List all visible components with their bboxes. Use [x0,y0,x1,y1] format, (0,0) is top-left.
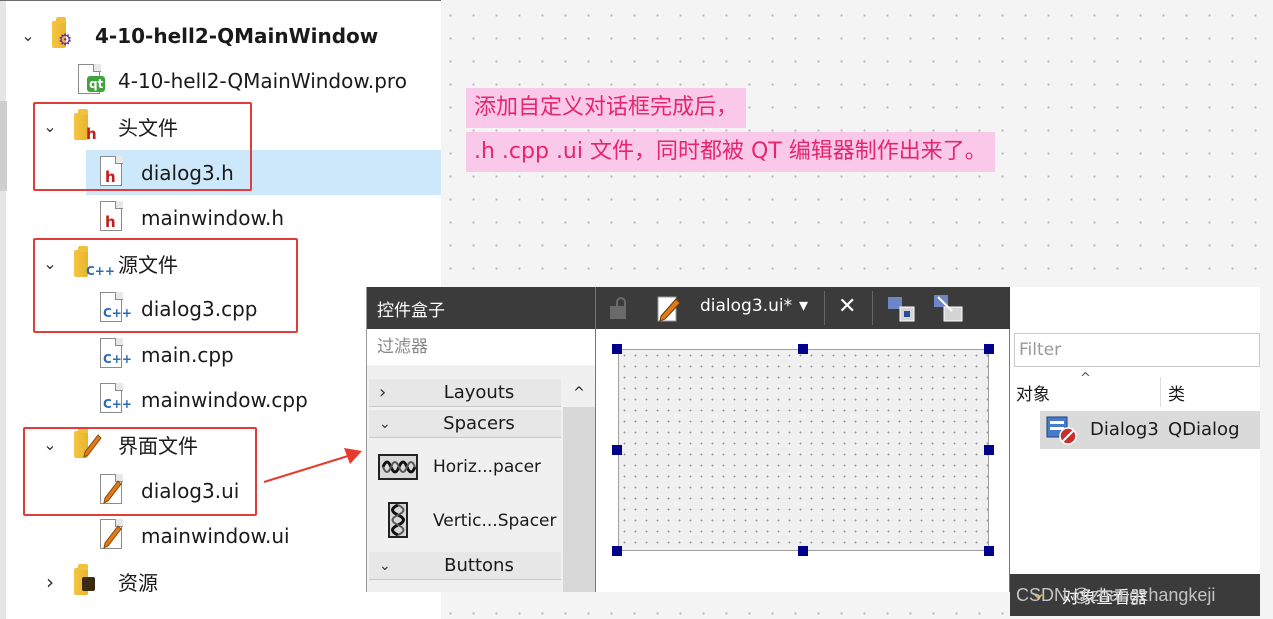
chevron-down-icon[interactable]: ⌄ [18,26,38,46]
object-inspector-panel: ⌄ 对象查看器 Filter ^ 对象 类 Dialog3 QDialog [1010,287,1260,616]
widget-box-panel: 控件盒子 过滤器 › Layouts ⌄ Spacers Horiz...pac… [366,287,595,592]
widget-box-scrollbar[interactable]: ^ [563,379,595,592]
tree-item-label: mainwindow.cpp [141,387,308,412]
resize-handle-top-left[interactable] [612,344,622,354]
widget-horizontal-spacer[interactable]: Horiz...pacer [369,441,561,493]
object-name: Dialog3 [1090,419,1159,440]
toolbar-divider [824,291,825,325]
category-layouts[interactable]: › Layouts [369,379,561,407]
watermark: CSDN @zhangzhangkeji [1016,585,1216,605]
sort-indicator-icon: ^ [1080,371,1091,386]
pencil-icon [103,525,122,549]
toolbar-divider [872,291,873,325]
category-buttons[interactable]: ⌄ Buttons [369,552,561,580]
layout-grid-icon[interactable] [886,295,916,323]
pencil-icon [657,296,681,322]
resize-handle-bottom-right[interactable] [984,546,994,556]
scroll-up-button[interactable]: ^ [563,379,595,407]
tree-item-label: 资源 [118,571,158,595]
highlight-box-headers [33,102,252,191]
resize-handle-right[interactable] [984,445,994,455]
dialog-form-canvas[interactable] [618,349,989,551]
horizontal-spacer-icon [378,454,418,480]
cpp-file-icon: C++ [96,337,132,371]
column-header-object[interactable]: 对象 [1016,371,1050,409]
resize-handle-top-right[interactable] [984,344,994,354]
tree-item-label: main.cpp [141,342,234,367]
tree-item-label: mainwindow.h [141,205,285,230]
tree-item-label: 4-10-hell2-QMainWindow.pro [118,68,407,93]
lock-icon [82,577,95,591]
widget-filter-input[interactable]: 过滤器 [367,329,595,365]
resize-handle-top[interactable] [798,344,808,354]
tree-item-project[interactable]: ⌄ ⚙ 4-10-hell2-QMainWindow [0,13,441,58]
callout-line-1: 添加自定义对话框完成后， [466,88,747,128]
resize-handle-bottom[interactable] [798,546,808,556]
object-filter-input[interactable]: Filter [1014,333,1260,367]
resize-handle-bottom-left[interactable] [612,546,622,556]
header-file-icon: h [96,200,126,234]
dialog-object-icon [1046,416,1077,445]
lock-icon[interactable] [610,297,628,319]
form-editor: dialog3.ui* ▾ ✕ [595,287,1011,592]
gear-icon: ⚙ [58,30,73,49]
widget-box-title: 控件盒子 [367,287,595,329]
cpp-file-icon: C++ [96,382,132,416]
project-label: 4-10-hell2-QMainWindow [95,23,379,48]
callout-line-2: .h .cpp .ui 文件，同时都被 QT 编辑器制作出来了。 [466,132,995,172]
column-header-class[interactable]: 类 [1168,371,1185,409]
category-spacers[interactable]: ⌄ Spacers [369,410,561,438]
close-icon[interactable]: ✕ [838,294,856,319]
chevron-right-icon[interactable]: › [40,572,60,592]
ui-file-icon [96,518,126,552]
qt-project-file-icon: qt [74,63,106,97]
file-dropdown-icon[interactable]: ▾ [799,295,808,316]
object-row-dialog3[interactable]: Dialog3 QDialog [1040,411,1260,449]
project-folder-icon: ⚙ [50,17,80,51]
highlight-box-forms [23,427,257,516]
highlight-box-sources [33,238,298,333]
tree-item-label: mainwindow.ui [141,523,290,548]
widget-vertical-spacer[interactable]: Vertic...Spacer [369,495,561,547]
red-arrow [263,448,362,483]
column-divider [1160,377,1161,407]
object-class: QDialog [1168,419,1240,440]
resource-folder-icon [72,564,102,598]
resize-handle-left[interactable] [612,445,622,455]
tree-item-pro-file[interactable]: qt 4-10-hell2-QMainWindow.pro [0,58,441,103]
vertical-spacer-icon [388,502,408,538]
open-file-label[interactable]: dialog3.ui* [700,296,792,316]
break-layout-icon[interactable] [932,293,964,323]
tree-item-mainwindow-h[interactable]: h mainwindow.h [0,195,441,240]
editor-toolbar: dialog3.ui* ▾ ✕ [596,287,1011,329]
